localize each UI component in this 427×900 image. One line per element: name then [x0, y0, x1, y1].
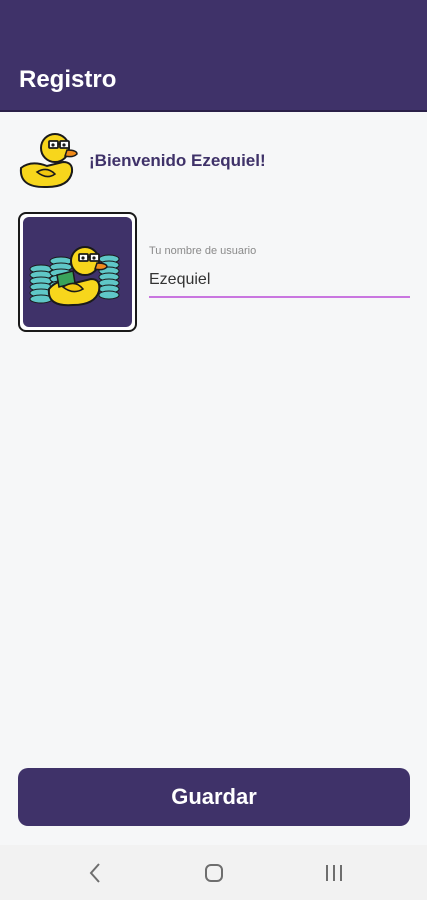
app-bar: Registro — [0, 0, 427, 112]
duck-glasses-icon — [17, 130, 79, 190]
welcome-text: ¡Bienvenido Ezequiel! — [89, 151, 266, 170]
duck-money-avatar — [23, 217, 132, 327]
recents-icon[interactable] — [314, 859, 354, 887]
username-input[interactable] — [149, 264, 410, 298]
system-nav-bar — [0, 845, 427, 900]
save-button[interactable]: Guardar — [18, 768, 410, 826]
back-icon[interactable] — [75, 859, 115, 887]
username-label: Tu nombre de usuario — [149, 245, 257, 257]
username-field: Tu nombre de usuario — [149, 242, 410, 302]
home-icon[interactable] — [194, 859, 234, 887]
avatar[interactable] — [18, 212, 137, 332]
welcome-row: ¡Bienvenido Ezequiel! — [17, 130, 417, 190]
page-title: Registro — [19, 66, 117, 93]
